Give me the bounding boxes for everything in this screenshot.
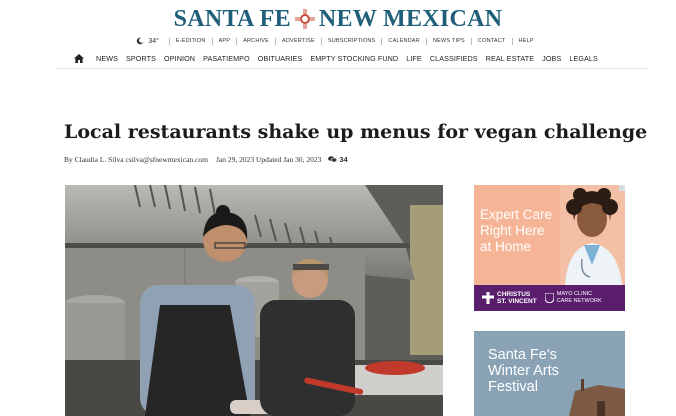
ad2-headline: Santa Fe's Winter Arts Festival [488, 347, 559, 395]
site-logo[interactable]: SANTA FE NEW MEXICAN [0, 4, 676, 34]
ad-winter-arts-festival[interactable]: Santa Fe's Winter Arts Festival [474, 331, 625, 416]
comments-link[interactable]: 34 [328, 155, 348, 164]
mayo-clinic-shield-icon [544, 293, 554, 303]
comment-count: 34 [339, 155, 348, 164]
adchoices-icon[interactable]: i [619, 185, 625, 191]
nav-item-jobs[interactable]: JOBS [542, 54, 561, 63]
christus-logo-text: CHRISTUS ST. VINCENT [497, 291, 537, 305]
ad2-line1: Santa Fe's [488, 347, 557, 363]
logo-text-right: NEW MEXICAN [318, 5, 503, 32]
nav-item-empty-stocking-fund[interactable]: EMPTY STOCKING FUND [310, 54, 398, 63]
ad1-sponsor-bar: CHRISTUS ST. VINCENT MAYO CLINIC CARE NE… [474, 285, 625, 311]
util-link-app[interactable]: APP [211, 37, 237, 45]
temperature: 34° [148, 37, 159, 45]
zia-symbol-icon [294, 8, 316, 30]
nav-item-obituaries[interactable]: OBITUARIES [258, 54, 303, 63]
ad2-line3: Festival [488, 379, 538, 395]
article-lead-photo[interactable] [65, 185, 443, 416]
ad2-adobe-building-illustration [569, 379, 625, 416]
ad2-line2: Winter Arts [488, 363, 559, 379]
nav-item-classifieds[interactable]: CLASSIFIEDS [430, 54, 478, 63]
nav-item-pasatiempo[interactable]: PASATIEMPO [203, 54, 250, 63]
christus-location: ST. VINCENT [497, 298, 537, 305]
util-link-advertise[interactable]: ADVERTISE [274, 37, 321, 45]
article-byline: By Claudia L. Silva csilva@sfnewmexican.… [64, 155, 348, 164]
christus-cross-icon [482, 292, 494, 304]
mayo-network: CARE NETWORK [556, 298, 602, 304]
nav-item-sports[interactable]: SPORTS [126, 54, 156, 63]
ad1-line2: Right Here [480, 223, 545, 238]
nav-item-legals[interactable]: LEGALS [569, 54, 598, 63]
util-link-subscriptions[interactable]: SUBSCRIPTIONS [320, 37, 382, 45]
logo-text-left: SANTA FE [173, 5, 291, 32]
ad-christus-expert-care[interactable]: Expert Care Right Here at Home i CHRISTU… [474, 185, 625, 311]
ad1-line1: Expert Care [480, 207, 553, 222]
util-link-news-tips[interactable]: NEWS TIPS [425, 37, 471, 45]
ad1-line3: at Home [480, 239, 532, 254]
nav-divider [56, 68, 648, 69]
christus-name: CHRISTUS [497, 291, 531, 298]
util-link-calendar[interactable]: CALENDAR [381, 37, 426, 45]
weather-moon-icon [137, 37, 144, 45]
utility-bar: 34° E-EDITION APP ARCHIVE ADVERTISE SUBS… [0, 35, 676, 47]
article-dates: Jan 29, 2023 Updated Jan 30, 2023 [215, 155, 322, 164]
util-link-contact[interactable]: CONTACT [470, 37, 512, 45]
ad1-headline: Expert Care Right Here at Home [480, 207, 552, 255]
mayo-name: MAYO CLINIC [556, 291, 593, 297]
main-nav: NEWS SPORTS OPINION PASATIEMPO OBITUARIE… [0, 50, 676, 66]
nav-item-real-estate[interactable]: REAL ESTATE [486, 54, 535, 63]
weather-widget[interactable]: 34° [136, 37, 159, 45]
article-headline: Local restaurants shake up menus for veg… [64, 121, 648, 143]
comments-icon [328, 156, 338, 163]
home-icon[interactable] [74, 53, 85, 63]
mayo-logo-text: MAYO CLINIC CARE NETWORK [557, 291, 602, 305]
nav-item-news[interactable]: NEWS [96, 54, 118, 63]
util-link-help[interactable]: HELP [511, 37, 540, 45]
nav-item-opinion[interactable]: OPINION [164, 54, 195, 63]
ad1-doctor-illustration [560, 185, 625, 285]
util-link-archive[interactable]: ARCHIVE [236, 37, 275, 45]
author-link[interactable]: By Claudia L. Silva csilva@sfnewmexican.… [64, 155, 208, 164]
nav-item-life[interactable]: LIFE [406, 54, 422, 63]
util-link-e-edition[interactable]: E-EDITION [168, 37, 212, 45]
ad1-banner: Expert Care Right Here at Home i [474, 185, 625, 285]
